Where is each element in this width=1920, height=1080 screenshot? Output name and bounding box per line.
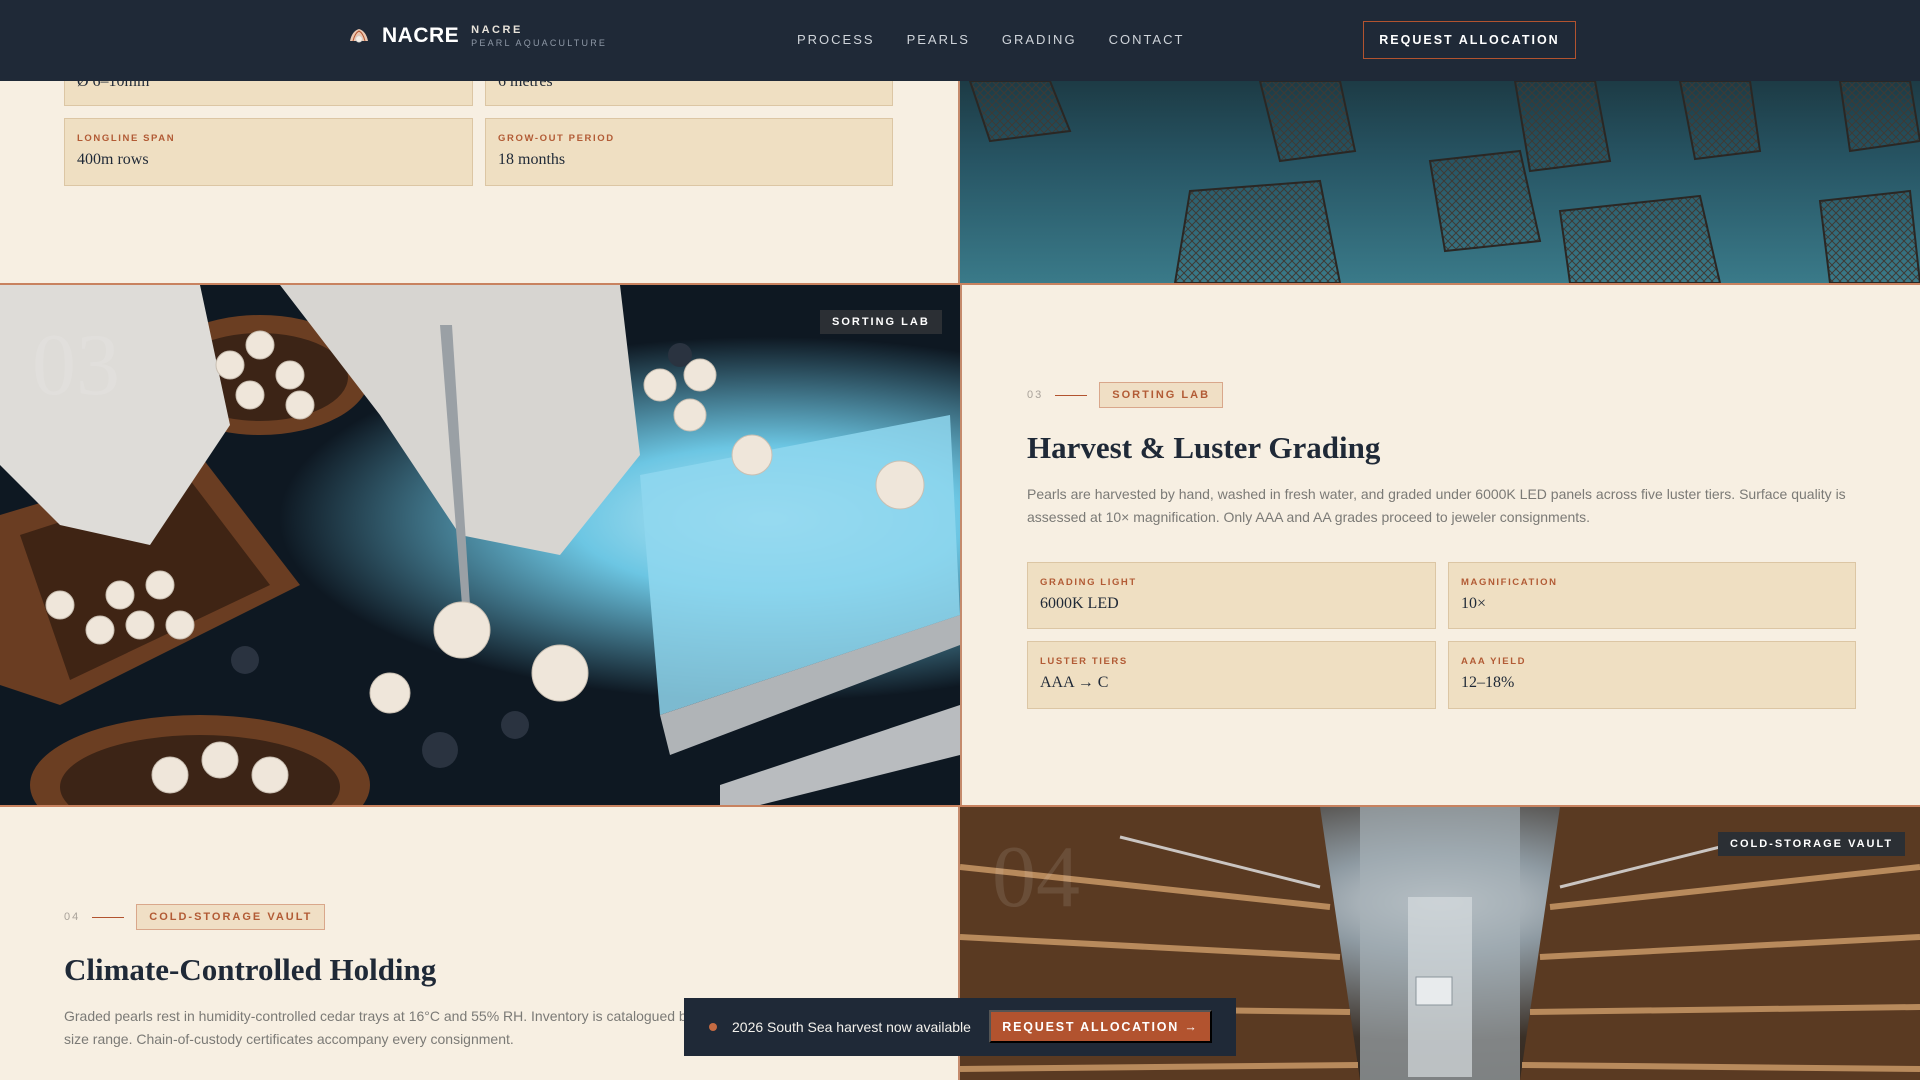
status-dot <box>709 1023 717 1031</box>
brand-name: NACRE <box>382 24 460 47</box>
section-description-line2: size range. Chain-of-custody certificate… <box>64 1031 514 1047</box>
oyster-cages-image <box>960 81 1920 283</box>
floating-request-allocation-button[interactable]: REQUEST ALLOCATION → <box>989 1010 1212 1043</box>
spec-card-grow-out: GROW-OUT PERIOD 18 months <box>485 118 893 186</box>
spec-value: 18 months <box>498 151 566 168</box>
spec-label: GROW-OUT PERIOD <box>498 133 615 144</box>
spec-card-grading-light: GRADING LIGHT 6000K LED <box>1027 562 1436 629</box>
nav-grading[interactable]: GRADING <box>1002 32 1077 47</box>
section-harvest-grading: 03 SORTING LAB Harvest & Luster Grading … <box>962 285 1920 805</box>
eyebrow-line <box>1055 394 1088 396</box>
nav-process[interactable]: PROCESS <box>797 32 875 47</box>
spec-value: 12–18% <box>1461 674 1515 691</box>
announcement-text: 2026 South Sea harvest now available <box>732 1019 971 1035</box>
spec-card-luster-tiers: LUSTER TIERS AAA → C <box>1027 641 1436 709</box>
request-allocation-button[interactable]: REQUEST ALLOCATION <box>1363 21 1576 59</box>
pearl-sorting-illustration <box>0 285 960 805</box>
section-number-watermark: 04 <box>992 829 1080 926</box>
section-description-line1: Graded pearls rest in humidity-controlle… <box>64 1008 687 1024</box>
brand[interactable]: NACRE NACRE PEARL AQUACULTURE <box>348 24 607 48</box>
nav-pearls[interactable]: PEARLS <box>907 32 970 47</box>
section-number-watermark: 03 <box>32 317 120 414</box>
brand-sub-title: NACRE <box>471 24 523 36</box>
spec-label: MAGNIFICATION <box>1461 577 1558 588</box>
spec-value: 10× <box>1461 595 1487 612</box>
spec-label: GRADING LIGHT <box>1040 577 1137 588</box>
spec-label: AAA YIELD <box>1461 656 1527 667</box>
eyebrow-number: 03 <box>1027 389 1044 401</box>
nav-contact[interactable]: CONTACT <box>1109 32 1185 47</box>
eyebrow-tag: SORTING LAB <box>1099 382 1224 408</box>
section-eyebrow: 03 SORTING LAB <box>1027 382 1224 408</box>
eyebrow-tag: COLD-STORAGE VAULT <box>136 904 326 930</box>
sorting-lab-image: 03 SORTING LAB <box>0 285 960 805</box>
section-title: Climate-Controlled Holding <box>64 952 437 987</box>
spec-label: LONGLINE SPAN <box>77 133 176 144</box>
spec-value: AAA → C <box>1040 674 1109 691</box>
main-nav: PROCESS PEARLS GRADING CONTACT <box>797 32 1184 47</box>
vertical-divider <box>958 81 960 285</box>
spec-card-aaa-yield: AAA YIELD 12–18% <box>1448 641 1856 709</box>
spec-value: 400m rows <box>77 151 149 168</box>
cage-illustration <box>968 81 1920 283</box>
section-description: Pearls are harvested by hand, washed in … <box>1027 486 1846 525</box>
image-badge-sorting-lab: SORTING LAB <box>820 310 942 334</box>
eyebrow-number: 04 <box>64 911 81 923</box>
spec-card-longline-span: LONGLINE SPAN 400m rows <box>64 118 473 186</box>
eyebrow-line <box>92 916 125 918</box>
spec-value: 6000K LED <box>1040 595 1119 612</box>
section-title: Harvest & Luster Grading <box>1027 430 1381 465</box>
brand-tagline: NACRE PEARL AQUACULTURE <box>471 24 607 48</box>
site-header: NACRE NACRE PEARL AQUACULTURE PROCESS PE… <box>0 0 1920 81</box>
brand-sub-caption: PEARL AQUACULTURE <box>471 38 608 48</box>
spec-card-magnification: MAGNIFICATION 10× <box>1448 562 1856 629</box>
section-eyebrow: 04 COLD-STORAGE VAULT <box>64 904 326 930</box>
pearl-shell-icon <box>350 29 368 43</box>
spec-label: LUSTER TIERS <box>1040 656 1128 667</box>
image-badge-cold-storage: COLD-STORAGE VAULT <box>1718 832 1906 856</box>
floating-announcement-bar: 2026 South Sea harvest now available REQ… <box>684 998 1236 1056</box>
